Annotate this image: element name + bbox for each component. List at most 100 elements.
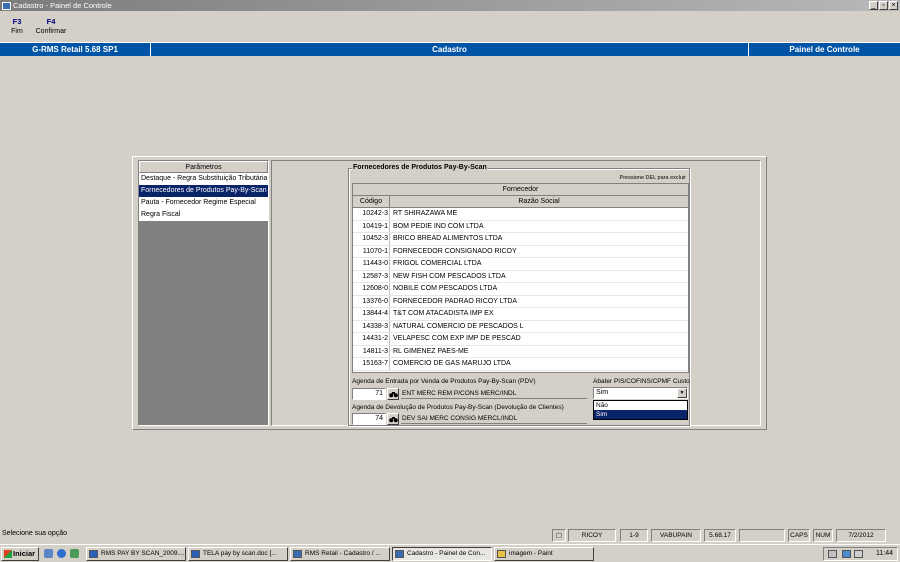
network-icon[interactable]	[842, 550, 851, 558]
supplier-code-cell: 15163-7	[353, 358, 390, 370]
quicklaunch-ie-icon[interactable]	[57, 549, 66, 558]
task-label: TELA pay by scan.doc [...	[203, 550, 277, 557]
agenda-entrada-label: Agenda de Entrada por Venda de Produtos …	[352, 378, 536, 385]
table-row[interactable]: 13844-4 T&T COM ATACADISTA IMP EX	[353, 308, 688, 321]
param-item-pauta[interactable]: Pauta - Fornecedor Regime Especial	[139, 197, 268, 209]
table-row[interactable]: 14431-2 VELAPESC COM EXP IMP DE PESCAD	[353, 333, 688, 346]
supplier-code-cell: 14811-3	[353, 345, 390, 357]
word-icon	[89, 550, 98, 558]
suppliers-table[interactable]: Fornecedor Código Razão Social 10242-3 RT…	[352, 183, 689, 373]
parameters-panel: Parâmetros Destaque - Regra Substituição…	[138, 160, 269, 426]
supplier-name-cell: BOM PEDIE IND COM LTDA	[393, 222, 484, 230]
param-item-destaque[interactable]: Destaque - Regra Substituição Tributária	[139, 173, 268, 185]
task-label: RMS PAY BY SCAN_2009....	[101, 550, 185, 557]
abater-option-sim[interactable]: Sim	[594, 410, 687, 419]
status-caps: CAPS	[788, 529, 810, 542]
maximize-icon[interactable]: ▫	[879, 1, 888, 10]
task-tela-pay-by-scan[interactable]: TELA pay by scan.doc [...	[188, 547, 288, 561]
task-rms-pay-by-scan[interactable]: RMS PAY BY SCAN_2009....	[86, 547, 186, 561]
supplier-code-cell: 14338-3	[353, 320, 390, 332]
binoculars-icon	[388, 416, 398, 422]
table-column-headers: Código Razão Social	[353, 196, 688, 208]
supplier-code-cell: 10452-3	[353, 233, 390, 245]
supplier-code-cell: 14431-2	[353, 333, 390, 345]
agenda-entrada-description: ENT MERC REM P/CONS MERC/INDL	[401, 389, 587, 399]
paint-icon	[497, 550, 506, 558]
agenda-entrada-code-input[interactable]: 71	[352, 388, 386, 400]
agenda-devolucao-search-button[interactable]	[387, 413, 399, 425]
table-row[interactable]: 10242-3 RT SHIRAZAWA ME	[353, 208, 688, 221]
minimize-icon[interactable]: _	[869, 1, 878, 10]
table-row[interactable]: 10452-3 BRICO BREAD ALIMENTOS LTDA	[353, 233, 688, 246]
agenda-devolucao-label: Agenda de Devolução de Produtos Pay-By-S…	[352, 404, 564, 411]
table-header-fornecedor: Fornecedor	[353, 184, 688, 196]
volume-icon[interactable]	[854, 550, 863, 558]
status-store: RICOY	[568, 529, 616, 542]
agenda-devolucao-code-input[interactable]: 74	[352, 413, 386, 425]
supplier-name-cell: RL GIMENEZ PAES-ME	[393, 347, 469, 355]
supplier-code-cell: 11070-1	[353, 245, 390, 257]
supplier-name-cell: BRICO BREAD ALIMENTOS LTDA	[393, 235, 503, 242]
abater-selected-value: Sim	[596, 389, 609, 396]
status-bar: Selecione sua opção ▢ RICOY 1-9 VABUPAIN…	[0, 528, 900, 543]
word-icon	[191, 550, 200, 558]
abater-label: Abater PIS/COFINS/CPMF Custo	[593, 378, 690, 385]
task-paint[interactable]: imagem - Paint	[494, 547, 594, 561]
table-row[interactable]: 14811-3 RL GIMENEZ PAES-ME	[353, 345, 688, 358]
supplier-name-cell: NATURAL COMERCIO DE PESCADOS L	[393, 322, 524, 330]
param-item-regra-fiscal[interactable]: Regra Fiscal	[139, 209, 268, 221]
task-cadastro-painel[interactable]: Cadastro - Painel de Con...	[392, 547, 492, 561]
task-rms-retail-cadastro[interactable]: RMS Retail - Cadastro / ...	[290, 547, 390, 561]
param-item-fornecedores-pay-by-scan[interactable]: Fornecedores de Produtos Pay-By-Scan	[139, 185, 268, 197]
fkey-code: F4	[46, 17, 56, 26]
supplier-name-cell: NEW FISH COM PESCADOS LTDA	[393, 272, 506, 280]
main-panel: Parâmetros Destaque - Regra Substituição…	[132, 156, 767, 430]
clock: 11:44	[876, 550, 893, 557]
f4-confirmar-button[interactable]: F4 Confirmar	[34, 12, 68, 40]
abater-option-nao[interactable]: Não	[594, 401, 687, 410]
table-row[interactable]: 11070-1 FORNECEDOR CONSIGNADO RICOY	[353, 245, 688, 258]
supplier-code-cell: 12587-3	[353, 270, 390, 282]
agenda-entrada-search-button[interactable]	[387, 388, 399, 400]
table-row[interactable]: 14338-3 NATURAL COMERCIO DE PESCADOS L	[353, 320, 688, 333]
fkey-label: Confirmar	[35, 28, 67, 35]
supplier-name-cell: RT SHIRAZAWA ME	[393, 210, 458, 217]
binoculars-icon	[388, 391, 398, 397]
supplier-code-cell: 10419-1	[353, 220, 390, 232]
close-icon[interactable]: ×	[889, 1, 898, 10]
taskbar: Iniciar RMS PAY BY SCAN_2009.... TELA pa…	[0, 544, 900, 562]
supplier-name-cell: FRIGOL COMERCIAL LTDA	[393, 260, 482, 267]
printer-icon[interactable]	[828, 550, 837, 558]
column-header-codigo[interactable]: Código	[353, 196, 390, 207]
table-row[interactable]: 12608-0 NOBILE COM PESCADOS LTDA	[353, 283, 688, 296]
details-panel: Fornecedores de Produtos Pay-By-Scan Pre…	[271, 160, 761, 426]
abater-select[interactable]: Sim ▼	[593, 387, 688, 399]
suppliers-group-title: Fornecedores de Produtos Pay-By-Scan	[352, 164, 488, 171]
document-icon: ▢	[552, 529, 566, 542]
table-body: 10242-3 RT SHIRAZAWA ME 10419-1 BOM PEDIE I…	[353, 208, 688, 371]
delete-hint: Pressione DEL para excluir	[619, 175, 686, 181]
table-row[interactable]: 13376-0 FORNECEDOR PADRAO RICOY LTDA	[353, 295, 688, 308]
start-button[interactable]: Iniciar	[1, 547, 39, 561]
status-empty	[739, 529, 785, 542]
status-date: 7/2/2012	[836, 529, 886, 542]
agenda-devolucao-description: DEV SAI MERC CONSIG MERCL/INDL	[401, 414, 587, 424]
supplier-name-cell: FORNECEDOR CONSIGNADO RICOY	[393, 247, 517, 255]
screen-name: Painel de Controle	[789, 45, 860, 54]
product-name: G-RMS Retail 5.68 SP1	[0, 43, 151, 56]
f3-fim-button[interactable]: F3 Fim	[0, 12, 34, 40]
quicklaunch-app-icon[interactable]	[70, 549, 79, 558]
status-message: Selecione sua opção	[2, 530, 67, 537]
parameters-header: Parâmetros	[139, 161, 268, 173]
suppliers-group: Fornecedores de Produtos Pay-By-Scan Pre…	[348, 164, 690, 426]
quicklaunch-desktop-icon[interactable]	[44, 549, 53, 558]
task-label: RMS Retail - Cadastro / ...	[305, 550, 381, 557]
column-header-razao-social[interactable]: Razão Social	[390, 196, 688, 207]
table-row[interactable]: 11443-0 FRIGOL COMERCIAL LTDA	[353, 258, 688, 271]
chevron-down-icon[interactable]: ▼	[677, 388, 687, 398]
supplier-code-cell: 13376-0	[353, 295, 390, 307]
table-row[interactable]: 10419-1 BOM PEDIE IND COM LTDA	[353, 220, 688, 233]
system-tray: 11:44	[823, 547, 898, 561]
table-row[interactable]: 12587-3 NEW FISH COM PESCADOS LTDA	[353, 270, 688, 283]
table-row[interactable]: 15163-7 COMERCIO DE GAS MARUJO LTDA	[353, 358, 688, 371]
